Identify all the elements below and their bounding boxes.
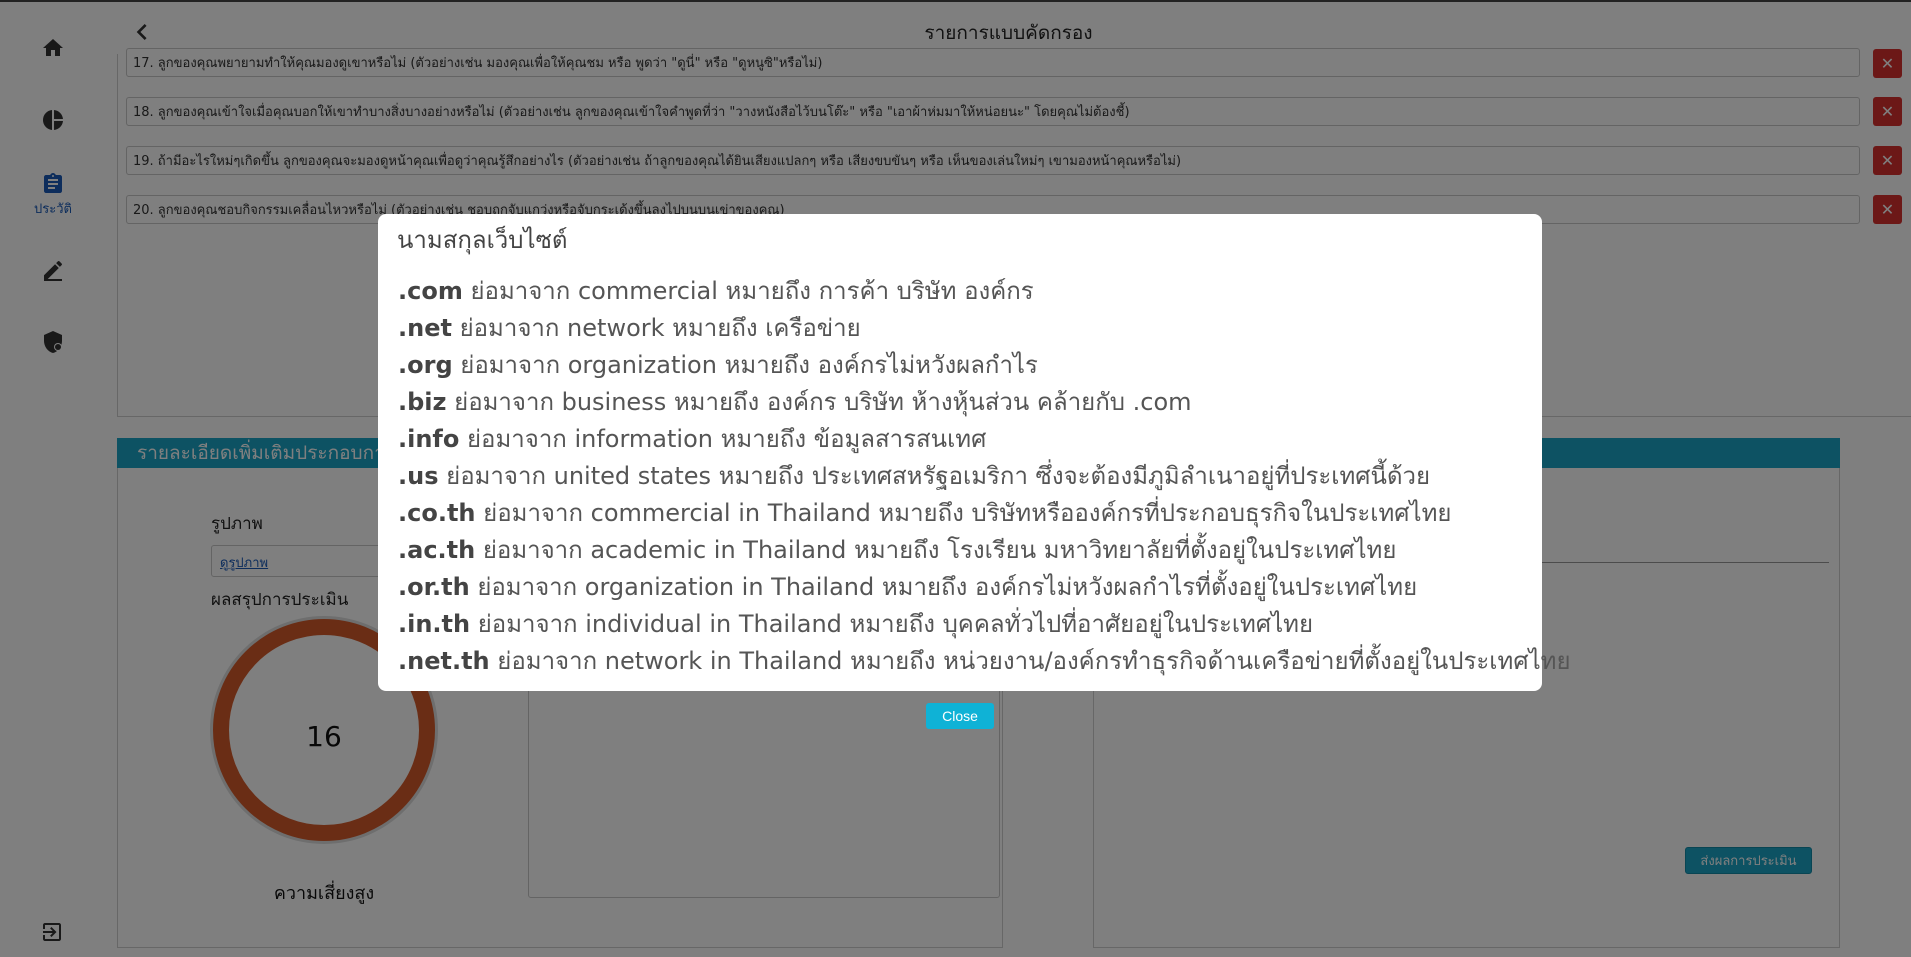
list-item: .in.th ย่อมาจาก individual in Thailand ห… — [398, 606, 1571, 643]
list-item: .us ย่อมาจาก united states หมายถึง ประเท… — [398, 458, 1571, 495]
extension-description: ย่อมาจาก individual in Thailand หมายถึง … — [470, 610, 1314, 638]
list-item: .com ย่อมาจาก commercial หมายถึง การค้า … — [398, 273, 1571, 310]
extension-description: ย่อมาจาก network in Thailand หมายถึง หน่… — [489, 647, 1571, 675]
extension-code: .or.th — [398, 573, 470, 601]
extension-code: .co.th — [398, 499, 476, 527]
extension-code: .info — [398, 425, 460, 453]
extension-description: ย่อมาจาก academic in Thailand หมายถึง โร… — [475, 536, 1397, 564]
extension-code: .in.th — [398, 610, 471, 638]
extension-description: ย่อมาจาก commercial in Thailand หมายถึง … — [475, 499, 1452, 527]
extension-description: ย่อมาจาก business หมายถึง องค์กร บริษัท … — [446, 388, 1192, 416]
list-item: .org ย่อมาจาก organization หมายถึง องค์ก… — [398, 347, 1571, 384]
extension-code: .net.th — [398, 647, 490, 675]
extension-description: ย่อมาจาก organization หมายถึง องค์กรไม่ห… — [452, 351, 1038, 379]
extension-code: .org — [398, 351, 453, 379]
close-button[interactable]: Close — [926, 703, 994, 729]
extension-description: ย่อมาจาก united states หมายถึง ประเทศสหร… — [438, 462, 1431, 490]
extension-code: .com — [398, 277, 463, 305]
list-item: .or.th ย่อมาจาก organization in Thailand… — [398, 569, 1571, 606]
extension-code: .ac.th — [398, 536, 476, 564]
extension-code: .biz — [398, 388, 447, 416]
list-item: .net.th ย่อมาจาก network in Thailand หมา… — [398, 643, 1571, 680]
domain-extension-modal: นามสกุลเว็บไซต์ .com ย่อมาจาก commercial… — [378, 214, 1571, 691]
modal-title: นามสกุลเว็บไซต์ — [397, 226, 568, 254]
extension-description: ย่อมาจาก commercial หมายถึง การค้า บริษั… — [462, 277, 1034, 305]
extension-description: ย่อมาจาก organization in Thailand หมายถึ… — [469, 573, 1418, 601]
extension-code: .us — [398, 462, 439, 490]
list-item: .biz ย่อมาจาก business หมายถึง องค์กร บร… — [398, 384, 1571, 421]
list-item: .net ย่อมาจาก network หมายถึง เครือข่าย — [398, 310, 1571, 347]
app-root: ประวัติ รายการแบบคัดกรอง 17. ลูกของคุณพย… — [0, 0, 1911, 957]
extension-list: .com ย่อมาจาก commercial หมายถึง การค้า … — [398, 273, 1571, 680]
list-item: .info ย่อมาจาก information หมายถึง ข้อมู… — [398, 421, 1571, 458]
list-item: .ac.th ย่อมาจาก academic in Thailand หมา… — [398, 532, 1571, 569]
list-item: .co.th ย่อมาจาก commercial in Thailand ห… — [398, 495, 1571, 532]
extension-code: .net — [398, 314, 452, 342]
extension-description: ย่อมาจาก information หมายถึง ข้อมูลสารสน… — [459, 425, 987, 453]
extension-description: ย่อมาจาก network หมายถึง เครือข่าย — [451, 314, 861, 342]
